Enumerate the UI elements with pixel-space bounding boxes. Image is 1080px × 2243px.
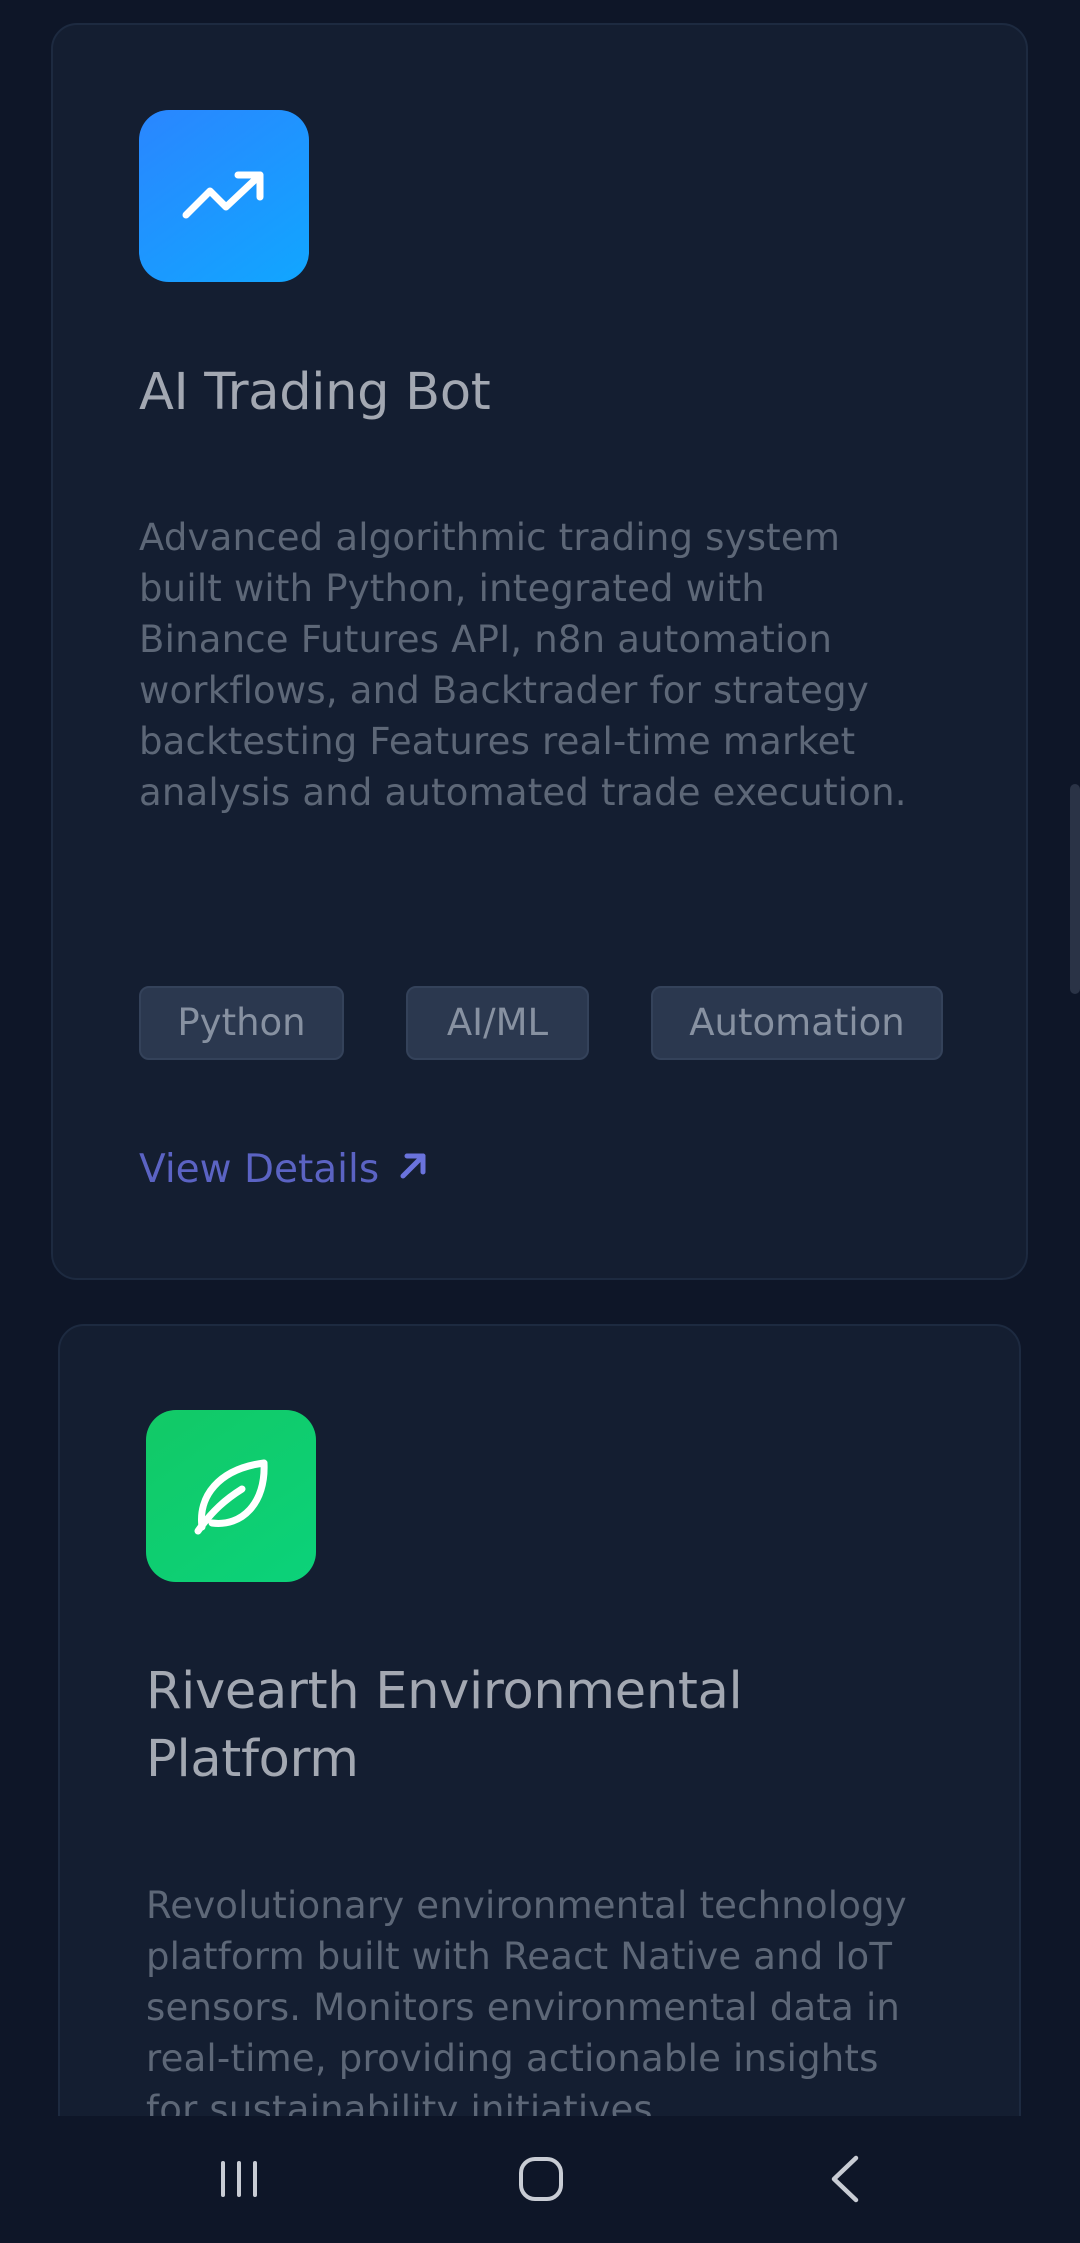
back-icon xyxy=(828,2154,862,2208)
tag-python: Python xyxy=(139,986,344,1060)
screen: AI Trading Bot Advanced algorithmic trad… xyxy=(0,0,1080,2243)
home-button[interactable] xyxy=(496,2146,586,2216)
description-line: platform built with React Native and IoT xyxy=(146,1935,893,1978)
home-icon xyxy=(517,2155,565,2207)
project-description: Advanced algorithmic trading system buil… xyxy=(139,512,907,818)
back-button[interactable] xyxy=(800,2146,890,2216)
description-line: backtesting Features real-time market xyxy=(139,720,856,763)
project-description: Revolutionary environmental technology p… xyxy=(146,1880,907,2135)
arrow-up-right-icon xyxy=(397,1145,429,1195)
project-card-ai-trading-bot: AI Trading Bot Advanced algorithmic trad… xyxy=(51,23,1028,1280)
project-title: Rivearth Environmental Platform xyxy=(146,1658,743,1794)
tag-ai-ml: AI/ML xyxy=(406,986,589,1060)
recent-apps-button[interactable] xyxy=(194,2146,284,2216)
description-line: Advanced algorithmic trading system xyxy=(139,516,841,559)
trending-up-icon xyxy=(139,110,309,282)
description-line: workflows, and Backtrader for strategy xyxy=(139,669,869,712)
view-details-label: View Details xyxy=(139,1147,380,1192)
view-details-link[interactable]: View Details xyxy=(139,1145,429,1195)
project-card-rivearth: Rivearth Environmental Platform Revoluti… xyxy=(58,1324,1021,2243)
tag-automation: Automation xyxy=(651,986,943,1060)
description-line: Binance Futures API, n8n automation xyxy=(139,618,833,661)
title-line: Platform xyxy=(146,1730,359,1789)
description-line: Revolutionary environmental technology xyxy=(146,1884,907,1927)
description-line: built with Python, integrated with xyxy=(139,567,765,610)
title-line: Rivearth Environmental xyxy=(146,1662,743,1721)
project-title: AI Trading Bot xyxy=(139,363,491,422)
recent-apps-icon xyxy=(217,2159,261,2203)
scrollbar-thumb[interactable] xyxy=(1070,784,1080,994)
description-line: sensors. Monitors environmental data in xyxy=(146,1986,901,2029)
description-line: real-time, providing actionable insights xyxy=(146,2037,879,2080)
system-navigation-bar xyxy=(0,2116,1080,2243)
leaf-icon xyxy=(146,1410,316,1582)
description-line: analysis and automated trade execution. xyxy=(139,771,907,814)
